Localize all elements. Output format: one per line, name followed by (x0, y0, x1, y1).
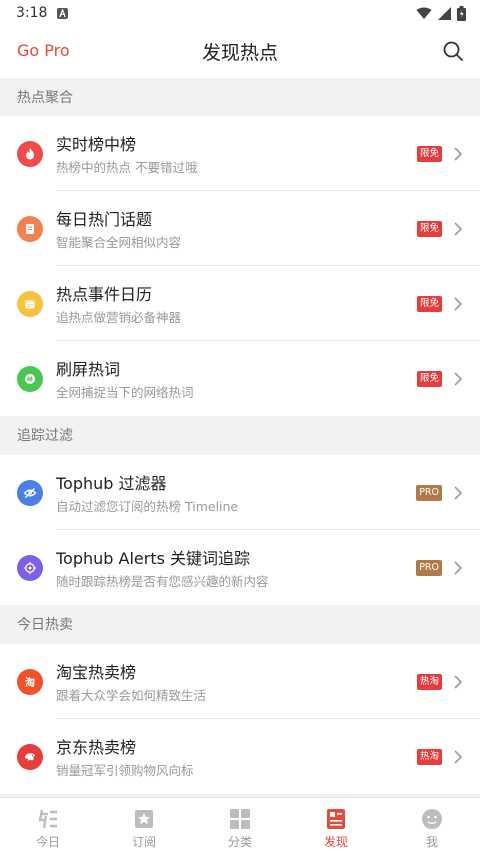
chevron-right-icon (454, 297, 463, 311)
list-item-daily-topics[interactable]: 每日热门话题 智能聚合全网相似内容 限免 (0, 191, 480, 266)
list-item-event-calendar[interactable]: 热点事件日历 追热点做营销必备神器 限免 (0, 266, 480, 341)
taobao-icon: 淘 (17, 669, 43, 695)
search-icon[interactable] (442, 40, 464, 62)
free-badge: 限免 (416, 146, 442, 162)
bottom-nav: 今日 订阅 分类 发现 我 (0, 797, 480, 852)
item-title: Tophub 过滤器 (56, 474, 167, 493)
section-header-track-filter: 追踪过滤 (0, 416, 480, 454)
nav-label: 我 (425, 835, 438, 849)
hot-badge: 热淘 (416, 749, 442, 765)
item-subtitle: 随时跟踪热榜是否有您感兴趣的新内容 (56, 574, 269, 589)
free-badge: 限免 (416, 221, 442, 237)
item-title: 实时榜中榜 (56, 135, 137, 154)
nav-label: 今日 (35, 835, 60, 849)
chevron-right-icon (454, 486, 463, 500)
jd-icon (17, 744, 43, 770)
go-pro-link[interactable]: Go Pro (17, 41, 70, 60)
nav-today[interactable]: 今日 (0, 798, 96, 852)
chevron-right-icon (454, 675, 463, 689)
item-subtitle: 热榜中的热点 不要错过哦 (56, 160, 198, 175)
section-list-hot-aggregation: 实时榜中榜 热榜中的热点 不要错过哦 限免 每日热门话题 智能聚合全网相似内容 … (0, 116, 480, 416)
svg-text:淘: 淘 (25, 676, 35, 689)
section-header-today-hot-sale: 今日热卖 (0, 605, 480, 643)
app-header: Go Pro 发现热点 (0, 26, 480, 78)
free-badge: 限免 (416, 296, 442, 312)
category-icon (230, 809, 250, 829)
battery-icon (457, 5, 466, 21)
nav-discover[interactable]: 发现 (288, 798, 384, 852)
signal-icon (438, 6, 451, 20)
status-icons (416, 5, 466, 21)
nav-label: 发现 (323, 835, 348, 849)
nav-label: 订阅 (131, 835, 156, 849)
hot-badge: 热淘 (416, 674, 442, 690)
item-title: 刷屏热词 (56, 360, 121, 379)
status-time: 3:18 (16, 5, 48, 21)
list-item-trending-words[interactable]: 刷屏热词 全网捕捉当下的网络热词 限免 (0, 341, 480, 416)
item-subtitle: 全网捕捉当下的网络热词 (56, 385, 194, 400)
section-list-track-filter: Tophub 过滤器 自动过滤您订阅的热榜 Timeline PRO Tophu… (0, 455, 480, 605)
chevron-right-icon (454, 222, 463, 236)
chevron-right-icon (454, 147, 463, 161)
item-subtitle: 智能聚合全网相似内容 (56, 235, 182, 250)
section-header-hot-aggregation: 热点聚合 (0, 78, 480, 116)
nav-category[interactable]: 分类 (192, 798, 288, 852)
section-list-today-hot-sale: 淘 淘宝热卖榜 跟着大众学会如何精致生活 热淘 京东热卖榜 销量冠军引领购物风向… (0, 644, 480, 794)
eye-off-icon (17, 480, 43, 506)
list-item-tophub-alerts[interactable]: Tophub Alerts 关键词追踪 随时跟踪热榜是否有您感兴趣的新内容 PR… (0, 530, 480, 605)
nav-profile[interactable]: 我 (384, 798, 480, 852)
chevron-right-icon (454, 372, 463, 386)
fire-icon (17, 141, 43, 167)
free-badge: 限免 (416, 371, 442, 387)
wifi-icon (416, 7, 432, 19)
item-title: 每日热门话题 (56, 210, 153, 229)
subscribe-icon (135, 810, 153, 828)
item-subtitle: 追热点做营销必备神器 (56, 310, 182, 325)
pro-badge: PRO (416, 560, 442, 576)
item-subtitle: 销量冠军引领购物风向标 (56, 763, 194, 778)
item-title: 京东热卖榜 (56, 738, 137, 757)
pro-badge: PRO (416, 485, 442, 501)
item-subtitle: 跟着大众学会如何精致生活 (56, 688, 207, 703)
item-title: Tophub Alerts 关键词追踪 (56, 549, 251, 568)
list-item-jd-bestsellers[interactable]: 京东热卖榜 销量冠军引领购物风向标 热淘 (0, 719, 480, 794)
item-title: 淘宝热卖榜 (56, 663, 137, 682)
item-subtitle: 自动过滤您订阅的热榜 Timeline (56, 499, 239, 514)
list-item-realtime-board[interactable]: 实时榜中榜 热榜中的热点 不要错过哦 限免 (0, 116, 480, 191)
calendar-icon (17, 291, 43, 317)
list-item-tophub-filter[interactable]: Tophub 过滤器 自动过滤您订阅的热榜 Timeline PRO (0, 455, 480, 530)
notification-a-icon (57, 7, 69, 19)
document-icon (17, 216, 43, 242)
chevron-right-icon (454, 750, 463, 764)
target-icon (17, 555, 43, 581)
today-icon (38, 809, 57, 829)
nav-label: 分类 (227, 835, 252, 849)
nav-subscribe[interactable]: 订阅 (96, 798, 192, 852)
page-title: 发现热点 (201, 42, 278, 64)
item-title: 热点事件日历 (56, 285, 153, 304)
status-bar: 3:18 (0, 0, 480, 26)
hashtag-icon (17, 366, 43, 392)
list-item-taobao-bestsellers[interactable]: 淘 淘宝热卖榜 跟着大众学会如何精致生活 热淘 (0, 644, 480, 719)
chevron-right-icon (454, 561, 463, 575)
discover-icon (327, 809, 345, 829)
profile-icon (422, 809, 442, 829)
